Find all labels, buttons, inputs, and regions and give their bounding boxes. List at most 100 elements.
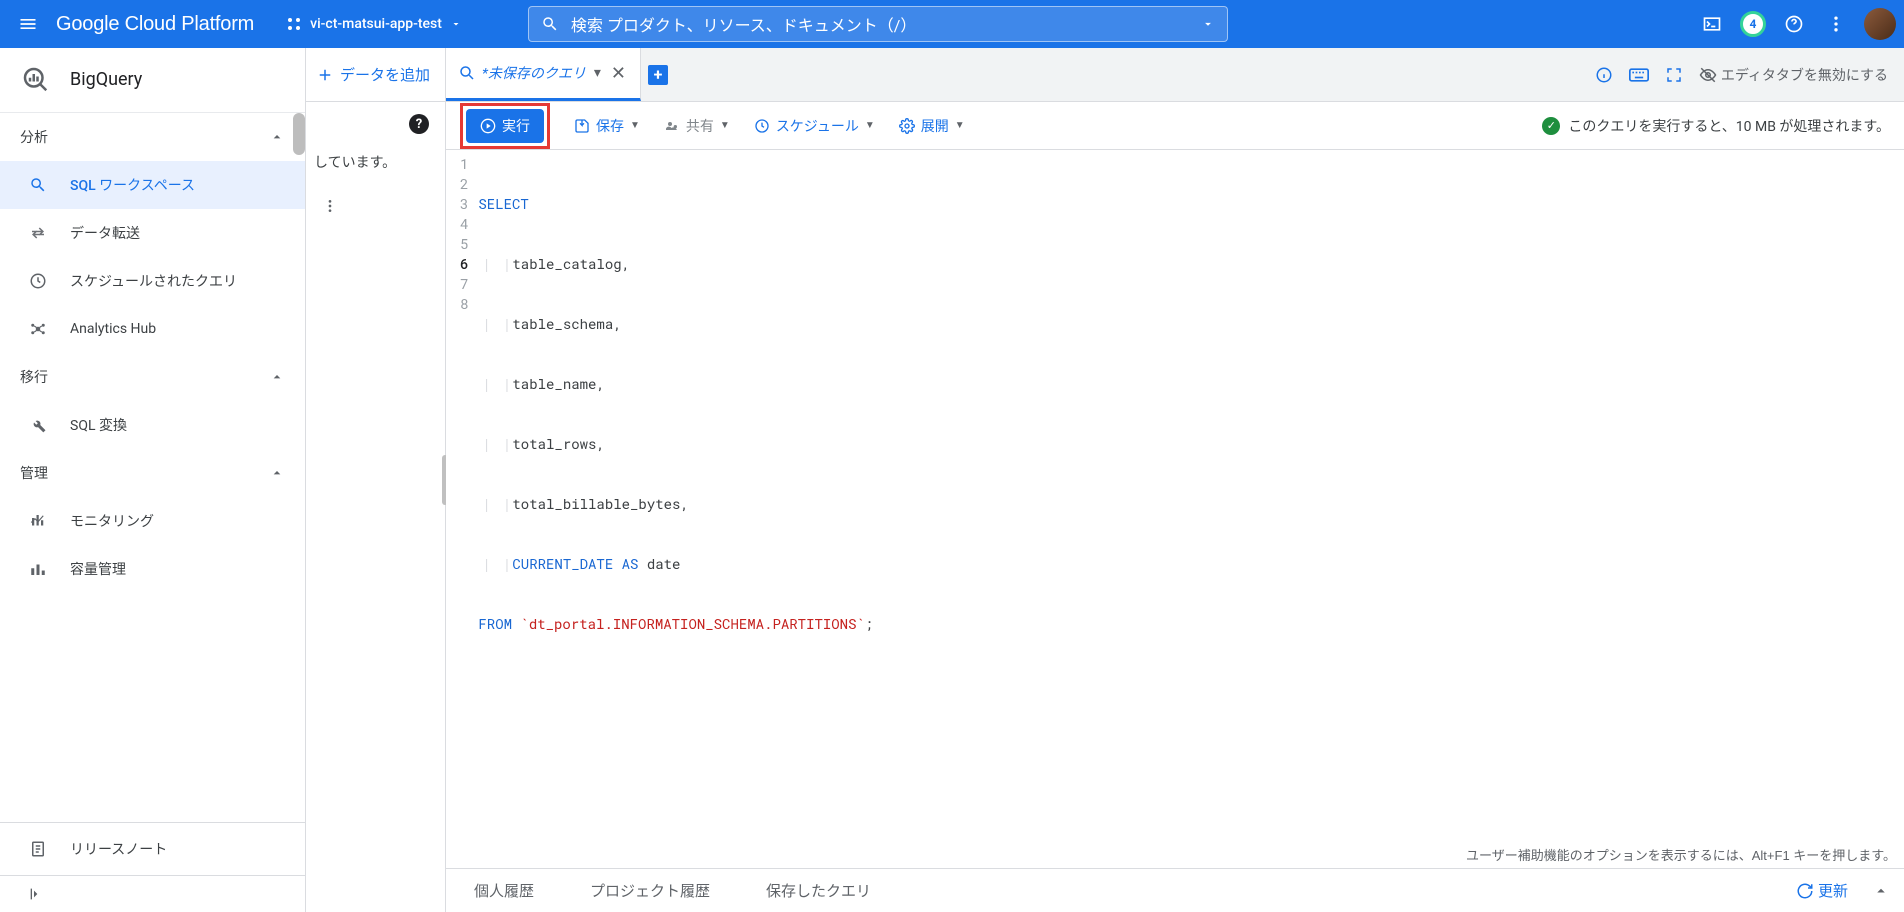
- project-icon: [286, 16, 302, 32]
- run-button[interactable]: 実行: [466, 109, 544, 143]
- cloud-shell-icon[interactable]: [1698, 10, 1726, 38]
- search-placeholder: 検索 プロダクト、リソース、ドキュメント（/）: [571, 12, 916, 36]
- status-text: このクエリを実行すると、10 MB が処理されます。: [1568, 116, 1890, 136]
- add-data-label: データを追加: [340, 64, 430, 85]
- project-name: vi-ct-matsui-app-test: [310, 16, 442, 32]
- chevron-up-icon: [269, 465, 285, 481]
- clock-icon: [28, 271, 48, 291]
- account-avatar[interactable]: [1864, 8, 1896, 40]
- sidebar-item-scheduled-queries[interactable]: スケジュールされたクエリ: [0, 257, 305, 305]
- save-icon: [574, 118, 590, 134]
- explorer-status: しています。: [306, 146, 445, 178]
- sidebar-item-data-transfer[interactable]: データ転送: [0, 209, 305, 257]
- code-token: table_schema,: [512, 314, 621, 333]
- disable-tabs-button[interactable]: エディタタブを無効にする: [1699, 65, 1888, 85]
- sidebar-item-analytics-hub[interactable]: Analytics Hub: [0, 305, 305, 353]
- bottom-tab-project[interactable]: プロジェクト履歴: [562, 869, 738, 912]
- schedule-button[interactable]: スケジュール ▼: [754, 116, 875, 136]
- gcp-logo[interactable]: Google Cloud Platform: [56, 13, 254, 36]
- sidebar-item-sql-translate[interactable]: SQL 変換: [0, 401, 305, 449]
- explorer-panel: データを追加 ? しています。: [306, 48, 446, 912]
- save-button[interactable]: 保存 ▼: [574, 116, 640, 136]
- line-gutter: 12345678: [446, 150, 478, 868]
- sql-editor[interactable]: 12345678 SELECT ||table_catalog, ||table…: [446, 150, 1904, 868]
- code-token: SELECT: [478, 194, 528, 213]
- gcp-header: Google Cloud Platform vi-ct-matsui-app-t…: [0, 0, 1904, 48]
- refresh-button[interactable]: 更新: [1786, 880, 1858, 901]
- share-icon: [664, 118, 680, 134]
- wrench-icon: [28, 415, 48, 435]
- section-admin[interactable]: 管理: [0, 449, 305, 497]
- sidebar: BigQuery 分析 SQL ワークスペース データ転送 スケジュールされたク…: [0, 48, 306, 912]
- app-body: BigQuery 分析 SQL ワークスペース データ転送 スケジュールされたク…: [0, 48, 1904, 912]
- editor-toolbar: 実行 保存 ▼ 共有 ▼ スケジュール ▼ 展開 ▼: [446, 102, 1904, 150]
- info-icon[interactable]: [1595, 66, 1613, 84]
- chevron-down-icon[interactable]: [1201, 17, 1215, 31]
- refresh-icon: [1796, 882, 1814, 900]
- plus-icon: [316, 66, 334, 84]
- sidebar-item-label: モニタリング: [70, 511, 154, 531]
- more-label: 展開: [921, 116, 949, 136]
- collapse-icon: [28, 886, 44, 902]
- sidebar-item-capacity[interactable]: 容量管理: [0, 545, 305, 593]
- search-icon: [541, 15, 559, 33]
- tab-label: *未保存のクエリ: [482, 63, 586, 83]
- sidebar-item-label: 容量管理: [70, 559, 126, 579]
- gear-icon: [899, 118, 915, 134]
- search-icon: [28, 175, 48, 195]
- share-button[interactable]: 共有 ▼: [664, 116, 730, 136]
- sidebar-item-label: SQL 変換: [70, 415, 127, 435]
- bottom-tab-personal[interactable]: 個人履歴: [446, 869, 562, 912]
- tab-close-icon[interactable]: ✕: [609, 63, 628, 84]
- code-token: table_catalog,: [512, 254, 630, 273]
- sidebar-item-label: スケジュールされたクエリ: [70, 271, 237, 291]
- header-actions: 4: [1698, 8, 1896, 40]
- section-label: 分析: [20, 127, 48, 147]
- sidebar-collapse[interactable]: [0, 875, 305, 912]
- fullscreen-icon[interactable]: [1665, 66, 1683, 84]
- disable-tabs-label: エディタタブを無効にする: [1721, 65, 1888, 85]
- section-migration[interactable]: 移行: [0, 353, 305, 401]
- sidebar-item-release-notes[interactable]: リリースノート: [0, 823, 305, 875]
- code-token: date: [647, 554, 681, 573]
- code-token: table_name,: [512, 374, 604, 393]
- bottom-tab-saved[interactable]: 保存したクエリ: [738, 869, 899, 912]
- section-label: 管理: [20, 463, 48, 483]
- transfer-icon: [28, 223, 48, 243]
- chevron-down-icon: ▼: [720, 120, 730, 131]
- section-analysis[interactable]: 分析: [0, 113, 305, 161]
- more-vert-icon[interactable]: [1822, 10, 1850, 38]
- help-icon[interactable]: ?: [409, 114, 429, 134]
- query-status: ✓ このクエリを実行すると、10 MB が処理されます。: [1542, 116, 1890, 136]
- add-data-button[interactable]: データを追加: [306, 48, 445, 102]
- scrollbar-thumb[interactable]: [293, 113, 305, 155]
- sidebar-item-monitoring[interactable]: モニタリング: [0, 497, 305, 545]
- hamburger-menu-icon[interactable]: [8, 4, 48, 44]
- code-content[interactable]: SELECT ||table_catalog, ||table_schema, …: [478, 150, 873, 868]
- tab-menu-caret[interactable]: ▾: [592, 65, 603, 81]
- code-token: total_rows,: [512, 434, 604, 453]
- product-title: BigQuery: [70, 69, 142, 90]
- section-label: 移行: [20, 367, 48, 387]
- notifications-badge[interactable]: 4: [1740, 11, 1766, 37]
- run-highlight-box: 実行: [460, 103, 550, 149]
- a11y-hint: ユーザー補助機能のオプションを表示するには、Alt+F1 キーを押します。: [1466, 846, 1896, 866]
- play-icon: [480, 118, 496, 134]
- expand-panel-icon[interactable]: [1858, 882, 1904, 900]
- more-vert-icon: [322, 198, 338, 214]
- explorer-more[interactable]: [306, 178, 445, 234]
- search-box[interactable]: 検索 プロダクト、リソース、ドキュメント（/）: [528, 6, 1228, 42]
- help-icon[interactable]: [1780, 10, 1808, 38]
- project-selector[interactable]: vi-ct-matsui-app-test: [278, 16, 470, 32]
- editor-tab-active[interactable]: *未保存のクエリ ▾ ✕: [446, 48, 641, 101]
- new-tab-button[interactable]: +: [641, 48, 675, 101]
- code-token: CURRENT_DATE: [512, 554, 613, 573]
- clock-icon: [754, 118, 770, 134]
- tabbar-right: エディタタブを無効にする: [1579, 48, 1904, 101]
- sidebar-item-label: データ転送: [70, 223, 140, 243]
- sidebar-item-sql-workspace[interactable]: SQL ワークスペース: [0, 161, 305, 209]
- check-icon: ✓: [1542, 117, 1560, 135]
- sidebar-item-label: SQL ワークスペース: [70, 175, 195, 195]
- more-button[interactable]: 展開 ▼: [899, 116, 965, 136]
- keyboard-icon[interactable]: [1629, 68, 1649, 82]
